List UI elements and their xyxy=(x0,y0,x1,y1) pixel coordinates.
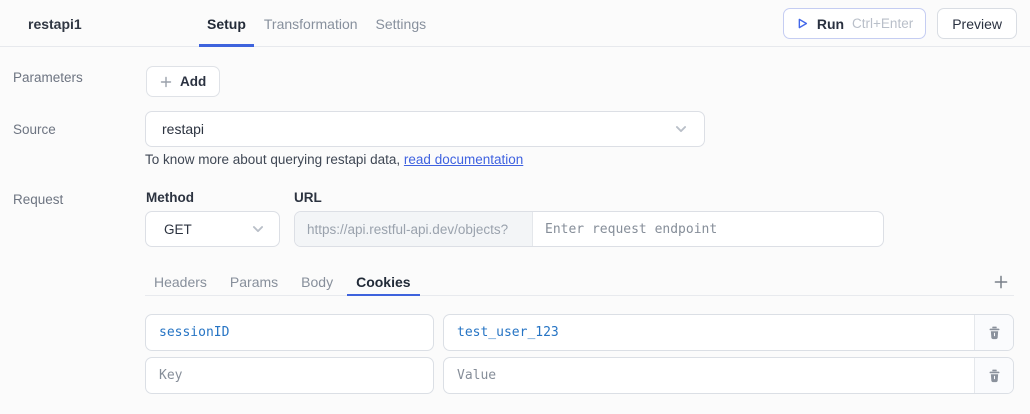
query-name: restapi1 xyxy=(28,0,82,47)
tab-headers-label: Headers xyxy=(154,274,207,290)
delete-row-button[interactable] xyxy=(974,315,1013,350)
read-documentation-link[interactable]: read documentation xyxy=(404,152,523,167)
source-help-text: To know more about querying restapi data… xyxy=(145,152,523,167)
add-parameter-label: Add xyxy=(180,74,206,89)
cookie-row xyxy=(145,357,1014,394)
tab-headers[interactable]: Headers xyxy=(145,268,216,295)
tab-settings[interactable]: Settings xyxy=(368,0,435,47)
preview-button[interactable]: Preview xyxy=(937,8,1017,39)
active-tab-underline xyxy=(199,44,254,47)
add-parameter-button[interactable]: Add xyxy=(146,66,220,97)
cookie-key-input[interactable] xyxy=(146,315,433,350)
preview-label: Preview xyxy=(952,16,1002,32)
source-select[interactable]: restapi xyxy=(145,111,705,147)
run-shortcut: Ctrl+Enter xyxy=(852,16,913,31)
cookie-value-cell xyxy=(443,357,1014,394)
tab-cookies-label: Cookies xyxy=(356,274,410,290)
tab-setup-label: Setup xyxy=(207,16,246,32)
method-select[interactable]: GET xyxy=(145,211,280,247)
header-actions: Run Ctrl+Enter Preview xyxy=(783,8,1017,39)
tab-params-label: Params xyxy=(230,274,278,290)
cookie-key-cell xyxy=(145,357,434,394)
add-cookie-row-button[interactable] xyxy=(994,275,1008,289)
url-endpoint-input[interactable] xyxy=(533,212,883,246)
url-label: URL xyxy=(294,190,322,205)
tab-body[interactable]: Body xyxy=(292,268,342,295)
play-icon xyxy=(796,17,809,30)
method-label: Method xyxy=(146,190,194,205)
run-label: Run xyxy=(817,16,844,32)
trash-icon xyxy=(987,325,1002,340)
plus-icon xyxy=(160,76,172,88)
request-subtabs: Headers Params Body Cookies xyxy=(145,268,1014,296)
source-selected-value: restapi xyxy=(162,121,204,137)
parameters-label: Parameters xyxy=(13,70,83,85)
cookie-value-input[interactable] xyxy=(444,358,974,393)
tab-transformation-label: Transformation xyxy=(264,16,358,32)
source-label: Source xyxy=(13,122,56,137)
header-tabs: Setup Transformation Settings xyxy=(199,0,434,47)
tab-cookies[interactable]: Cookies xyxy=(347,268,419,295)
cookie-value-cell xyxy=(443,314,1014,351)
chevron-down-icon xyxy=(674,122,688,136)
cookie-key-input[interactable] xyxy=(146,358,433,393)
tab-transformation[interactable]: Transformation xyxy=(256,0,366,47)
tab-settings-label: Settings xyxy=(376,16,427,32)
plus-icon xyxy=(994,275,1008,289)
cookie-key-cell xyxy=(145,314,434,351)
help-text-static: To know more about querying restapi data… xyxy=(145,152,400,167)
query-editor-panel: restapi1 Setup Transformation Settings R… xyxy=(0,0,1030,414)
tab-body-label: Body xyxy=(301,274,333,290)
run-button[interactable]: Run Ctrl+Enter xyxy=(783,8,926,39)
url-base-prefix: https://api.restful-api.dev/objects? xyxy=(295,212,533,246)
tab-setup[interactable]: Setup xyxy=(199,0,254,47)
delete-row-button[interactable] xyxy=(974,358,1013,393)
active-tab-underline xyxy=(347,294,419,296)
tab-params[interactable]: Params xyxy=(221,268,287,295)
cookie-row xyxy=(145,314,1014,351)
cookie-value-input[interactable] xyxy=(444,315,974,350)
trash-icon xyxy=(987,368,1002,383)
query-header: restapi1 Setup Transformation Settings R… xyxy=(0,0,1030,47)
chevron-down-icon xyxy=(251,222,265,236)
request-label: Request xyxy=(13,192,63,207)
url-field: https://api.restful-api.dev/objects? xyxy=(294,211,884,247)
method-selected-value: GET xyxy=(164,222,192,237)
